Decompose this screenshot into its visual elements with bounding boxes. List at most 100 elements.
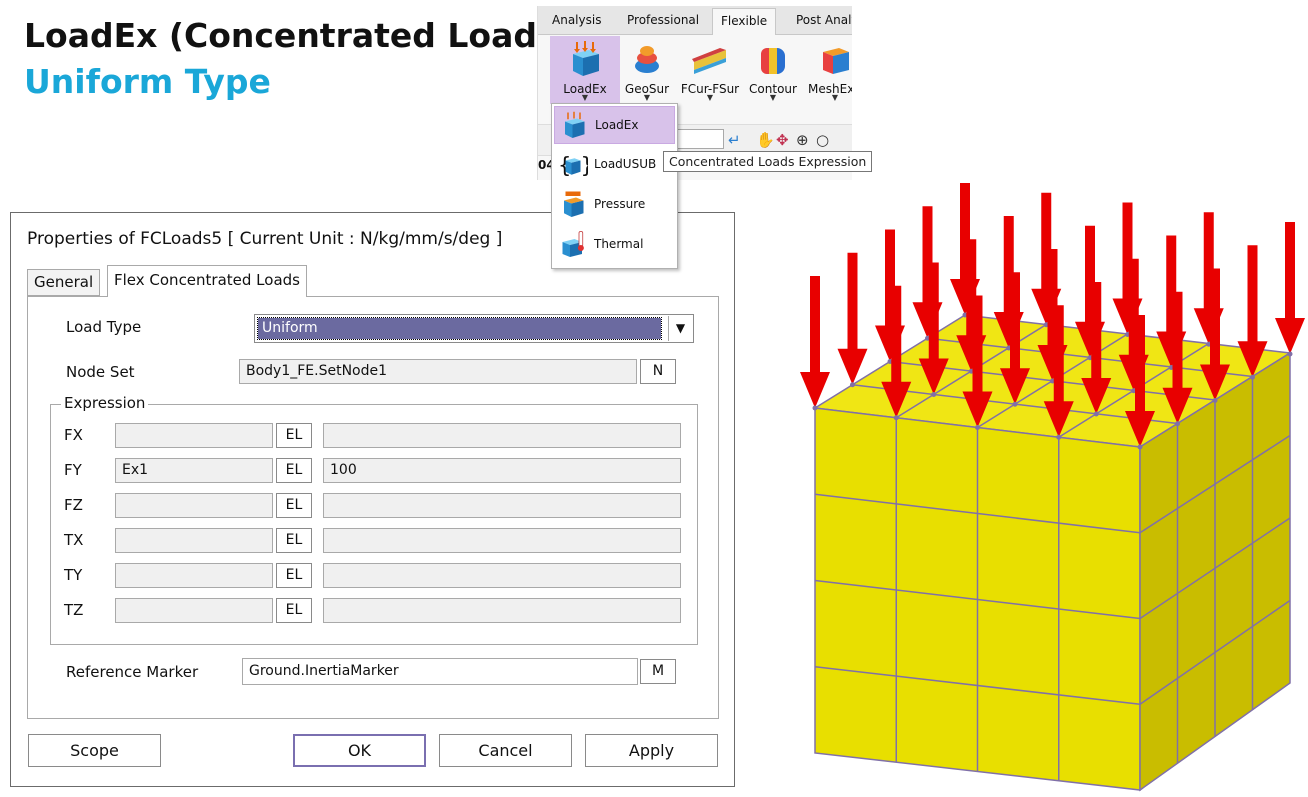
- tab-general[interactable]: General: [27, 269, 101, 296]
- load-arrow-shaft: [1172, 291, 1183, 390]
- expression-legend: Expression: [61, 394, 149, 412]
- dialog-title: Properties of FCLoads5 [ Current Unit : …: [27, 229, 503, 249]
- ribbon-tab-bar: Analysis Professional Flexible Post Anal…: [538, 6, 852, 35]
- mesh-node: [1012, 401, 1018, 407]
- fy-el-button[interactable]: EL: [276, 458, 312, 483]
- geosur-icon: [635, 46, 659, 73]
- apply-button[interactable]: Apply: [585, 734, 718, 767]
- reference-marker-label: Reference Marker: [66, 663, 199, 681]
- tx-el-button[interactable]: EL: [276, 528, 312, 553]
- tz-expression-name[interactable]: [115, 598, 273, 623]
- mesh-node: [893, 415, 899, 421]
- chevron-down-icon: ▼: [831, 93, 839, 102]
- fx-expression-name[interactable]: [115, 423, 273, 448]
- fcur-fsur-icon: [692, 48, 726, 74]
- ty-label: TY: [64, 566, 83, 584]
- tab-professional[interactable]: Professional: [627, 6, 699, 34]
- menu-item-label: LoadUSUB: [594, 157, 657, 171]
- fz-label: FZ: [64, 496, 83, 514]
- load-arrow-shaft: [972, 295, 983, 394]
- tz-label: TZ: [64, 601, 84, 619]
- reference-marker-field[interactable]: Ground.InertiaMarker: [242, 658, 638, 685]
- node-set-label: Node Set: [66, 363, 135, 381]
- svg-text:}: }: [581, 154, 589, 178]
- load-type-value: Uniform: [257, 317, 662, 340]
- load-arrow-head: [1275, 318, 1305, 354]
- menu-item-pressure[interactable]: Pressure: [554, 186, 675, 224]
- load-arrow-shaft: [1053, 305, 1064, 404]
- fcur-fsur-ribbon-button[interactable]: FCur-FSur ▼: [675, 36, 745, 104]
- fx-el-button[interactable]: EL: [276, 423, 312, 448]
- loadex-icon: [565, 111, 585, 138]
- menu-item-label: Thermal: [594, 237, 644, 251]
- tx-expression-value[interactable]: [323, 528, 681, 553]
- mesh-node: [975, 425, 980, 430]
- menu-item-label: LoadEx: [595, 118, 639, 132]
- tab-post-analysis[interactable]: Post Analy: [796, 6, 852, 34]
- chevron-down-icon: ▼: [643, 93, 651, 102]
- tab-flex-concentrated-loads[interactable]: Flex Concentrated Loads: [107, 265, 307, 297]
- loadex-icon: [573, 41, 599, 76]
- menu-item-thermal[interactable]: Thermal: [554, 226, 675, 264]
- load-arrow-shaft: [1247, 245, 1258, 344]
- mesh-node: [1093, 411, 1099, 417]
- load-arrow: [800, 276, 830, 411]
- expression-group: Expression FX EL FY Ex1 EL 100 FZ EL TX …: [50, 394, 698, 645]
- tx-expression-name[interactable]: [115, 528, 273, 553]
- properties-dialog: Properties of FCLoads5 [ Current Unit : …: [10, 212, 735, 787]
- contour-icon: [761, 48, 785, 74]
- scope-button[interactable]: Scope: [28, 734, 161, 767]
- pressure-icon: [564, 191, 584, 217]
- slide-subtitle: Uniform Type: [24, 62, 271, 101]
- mesh-node: [931, 392, 937, 397]
- node-set-button[interactable]: N: [640, 359, 676, 384]
- ty-expression-value[interactable]: [323, 563, 681, 588]
- tooltip: Concentrated Loads Expression: [663, 151, 873, 172]
- cancel-button[interactable]: Cancel: [439, 734, 572, 767]
- chevron-down-icon[interactable]: ▼: [668, 316, 692, 341]
- fz-expression-name[interactable]: [115, 493, 273, 518]
- return-arrow-icon[interactable]: ↵: [728, 131, 741, 149]
- load-arrow-shaft: [1010, 272, 1020, 371]
- fy-expression-name[interactable]: Ex1: [115, 458, 273, 483]
- pan-hand-icon[interactable]: ✋: [756, 131, 775, 149]
- geosur-ribbon-button[interactable]: GeoSur ▼: [612, 36, 682, 104]
- ty-el-button[interactable]: EL: [276, 563, 312, 588]
- reference-marker-button[interactable]: M: [640, 659, 676, 684]
- rotate-icon[interactable]: ✥: [776, 131, 789, 149]
- load-arrow: [837, 252, 868, 388]
- mesh-node: [812, 405, 818, 411]
- mesh-node: [1212, 398, 1218, 403]
- load-arrow-shaft: [928, 262, 939, 361]
- ty-expression-name[interactable]: [115, 563, 273, 588]
- loaded-cube-graphic: [800, 183, 1305, 792]
- load-arrow-shaft: [810, 276, 820, 374]
- load-arrow-shaft: [1210, 268, 1220, 367]
- fz-expression-value[interactable]: [323, 493, 681, 518]
- fz-el-button[interactable]: EL: [276, 493, 312, 518]
- tx-label: TX: [64, 531, 84, 549]
- menu-item-loadex[interactable]: LoadEx: [554, 106, 675, 144]
- menu-item-loadusub[interactable]: { } LoadUSUB: [554, 146, 675, 184]
- load-type-combo[interactable]: Uniform ▼: [254, 314, 694, 343]
- tab-analysis[interactable]: Analysis: [552, 6, 601, 34]
- load-type-label: Load Type: [66, 318, 142, 336]
- tab-panel: Load Type Uniform ▼ Node Set Body1_FE.Se…: [27, 296, 719, 719]
- loadex-dropdown-menu: LoadEx { } LoadUSUB Pressure Thermal: [551, 103, 678, 269]
- loadex-ribbon-button[interactable]: LoadEx ▼: [550, 36, 620, 104]
- meshexp-ribbon-button[interactable]: MeshExp ▼: [800, 36, 852, 104]
- contour-ribbon-button[interactable]: Contour ▼: [738, 36, 808, 104]
- mesh-node: [1287, 351, 1293, 357]
- mesh-node: [1056, 434, 1062, 440]
- chevron-down-icon: ▼: [769, 93, 777, 102]
- fy-expression-value[interactable]: 100: [323, 458, 681, 483]
- chevron-down-icon: ▼: [581, 93, 589, 102]
- tz-el-button[interactable]: EL: [276, 598, 312, 623]
- slide-title: LoadEx (Concentrated Load): [24, 16, 553, 55]
- tz-expression-value[interactable]: [323, 598, 681, 623]
- node-set-field[interactable]: Body1_FE.SetNode1: [239, 359, 637, 384]
- ok-button[interactable]: OK: [293, 734, 426, 767]
- fx-expression-value[interactable]: [323, 423, 681, 448]
- tab-flexible[interactable]: Flexible: [712, 8, 777, 35]
- fx-label: FX: [64, 426, 83, 444]
